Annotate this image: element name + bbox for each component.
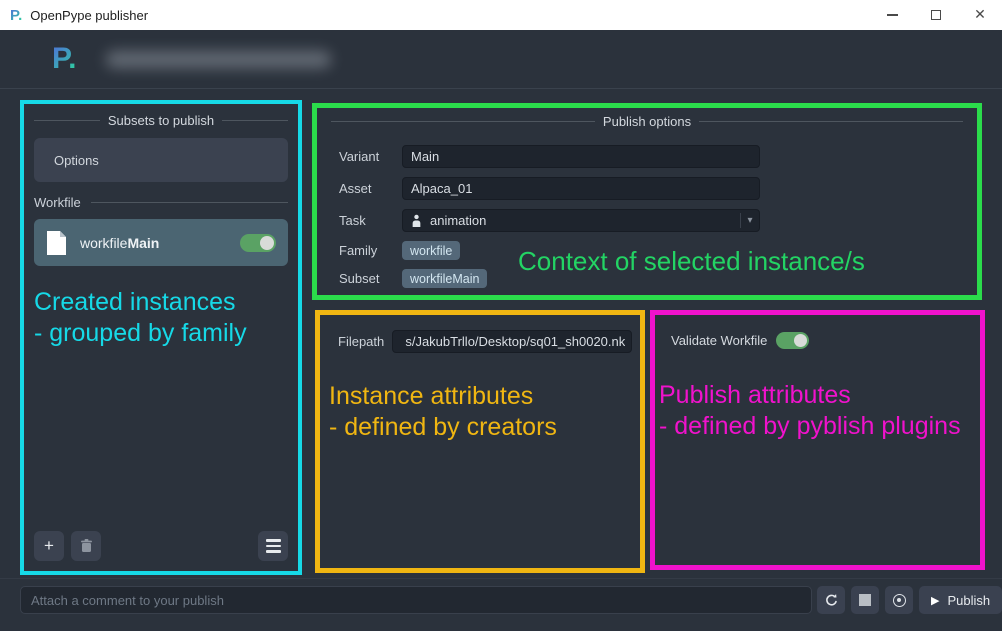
app-header: P. bbox=[0, 30, 1002, 89]
minimize-button[interactable] bbox=[870, 0, 914, 30]
add-instance-button[interactable]: + bbox=[34, 531, 64, 561]
validate-workfile-toggle[interactable] bbox=[776, 332, 809, 349]
variant-input[interactable] bbox=[402, 145, 760, 168]
validate-workfile-row: Validate Workfile bbox=[671, 332, 980, 349]
family-badge: workfile bbox=[402, 241, 460, 260]
variant-label: Variant bbox=[339, 149, 402, 164]
validate-workfile-label: Validate Workfile bbox=[671, 333, 767, 348]
annotation-publish-attributes: Publish attributes - defined by pyblish … bbox=[659, 380, 961, 442]
delete-instance-button[interactable] bbox=[71, 531, 101, 561]
play-icon: ▶ bbox=[931, 594, 939, 607]
titlebar: P. OpenPype publisher ✕ bbox=[0, 0, 1002, 30]
subset-badge: workfileMain bbox=[402, 269, 487, 288]
footer-bar: ▶ Publish bbox=[0, 578, 1002, 631]
task-row: Task animation ▾ bbox=[339, 209, 977, 232]
close-icon: ✕ bbox=[974, 8, 986, 22]
stop-icon bbox=[859, 594, 871, 606]
maximize-icon bbox=[931, 10, 941, 20]
openpype-logo-icon: P. bbox=[52, 42, 76, 76]
annotation-instance-attributes: Instance attributes - defined by creator… bbox=[329, 381, 557, 443]
chevron-down-icon: ▾ bbox=[741, 215, 759, 226]
instance-enabled-toggle[interactable] bbox=[240, 234, 276, 252]
asset-label: Asset bbox=[339, 181, 402, 196]
family-group-workfile: Workfile bbox=[34, 195, 288, 210]
validate-button[interactable] bbox=[885, 586, 913, 614]
annotation-context: Context of selected instance/s bbox=[518, 246, 865, 277]
publish-options-title: Publish options bbox=[331, 114, 963, 129]
person-icon bbox=[411, 214, 422, 228]
filepath-label: Filepath bbox=[338, 334, 384, 349]
filepath-row: Filepath bbox=[338, 330, 640, 353]
target-icon bbox=[893, 594, 906, 607]
openpype-logo-icon: P. bbox=[10, 7, 22, 24]
asset-row: Asset bbox=[339, 177, 977, 200]
refresh-icon bbox=[824, 593, 839, 608]
stop-button[interactable] bbox=[851, 586, 879, 614]
family-label: Family bbox=[339, 243, 402, 258]
task-label: Task bbox=[339, 213, 402, 228]
trash-icon bbox=[80, 539, 93, 553]
task-dropdown[interactable]: animation ▾ bbox=[402, 209, 760, 232]
instance-label: workfileMain bbox=[80, 235, 159, 251]
variant-row: Variant bbox=[339, 145, 977, 168]
blurred-context-name bbox=[106, 51, 331, 68]
view-mode-button[interactable] bbox=[258, 531, 288, 561]
subset-label: Subset bbox=[339, 271, 402, 286]
reset-button[interactable] bbox=[817, 586, 845, 614]
close-button[interactable]: ✕ bbox=[958, 0, 1002, 30]
instance-item-workfilemain[interactable]: workfileMain bbox=[34, 219, 288, 266]
options-button[interactable]: Options bbox=[34, 138, 288, 182]
window-title: OpenPype publisher bbox=[30, 8, 148, 23]
maximize-button[interactable] bbox=[914, 0, 958, 30]
asset-input[interactable] bbox=[402, 177, 760, 200]
task-value: animation bbox=[430, 213, 486, 228]
comment-input[interactable] bbox=[20, 586, 812, 614]
publisher-window: P. OpenPype publisher ✕ P. Subsets to pu… bbox=[0, 0, 1002, 631]
subsets-panel-title: Subsets to publish bbox=[34, 113, 288, 128]
filepath-input[interactable] bbox=[392, 330, 632, 353]
file-icon bbox=[46, 230, 67, 256]
annotation-created-instances: Created instances - grouped by family bbox=[34, 287, 247, 349]
publish-button-label: Publish bbox=[947, 593, 990, 608]
publish-button[interactable]: ▶ Publish bbox=[919, 586, 1002, 614]
subsets-actions: + bbox=[34, 531, 288, 561]
minimize-icon bbox=[887, 14, 898, 16]
hamburger-icon bbox=[266, 539, 281, 553]
